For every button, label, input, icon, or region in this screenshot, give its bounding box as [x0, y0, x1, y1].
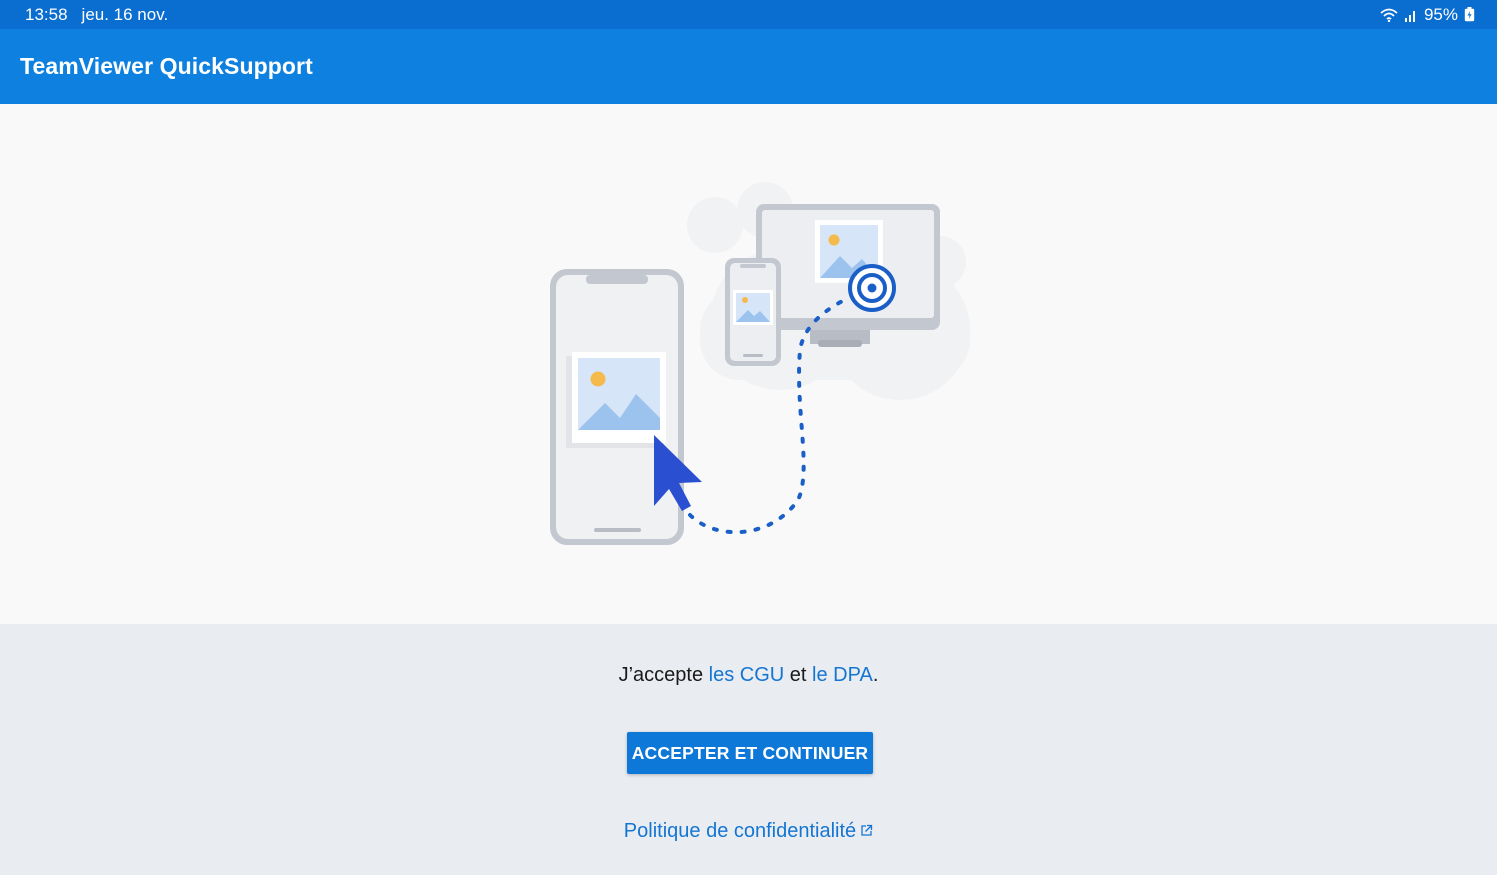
battery-icon	[1464, 7, 1475, 22]
monitor-icon	[756, 204, 940, 347]
hero-section	[0, 104, 1497, 624]
status-date: jeu. 16 nov.	[81, 4, 169, 24]
status-left: 13:58 jeu. 16 nov.	[25, 5, 168, 25]
privacy-policy-link[interactable]: Politique de confidentialité	[0, 820, 1497, 843]
phone-icon	[550, 269, 684, 545]
dpa-link[interactable]: le DPA	[812, 664, 873, 686]
app-title: TeamViewer QuickSupport	[20, 53, 313, 79]
wifi-icon	[1380, 8, 1398, 22]
small-phone-icon	[725, 258, 781, 366]
external-link-icon	[860, 820, 873, 843]
terms-text: J’accepte les CGU et le DPA.	[0, 664, 1497, 687]
status-time: 13:58	[25, 4, 68, 24]
remote-support-illustration	[550, 182, 970, 545]
status-right: 95%	[1380, 5, 1475, 25]
terms-prefix: J’accepte	[618, 664, 709, 686]
terms-suffix: .	[872, 664, 879, 686]
consent-section: J’accepte les CGU et le DPA. ACCEPTER ET…	[0, 624, 1497, 875]
privacy-policy-label: Politique de confidentialité	[623, 820, 857, 842]
cgu-link[interactable]: les CGU	[709, 664, 785, 686]
battery-percent: 95%	[1423, 4, 1458, 24]
status-bar: 13:58 jeu. 16 nov. 95%	[0, 0, 1497, 29]
terms-middle: et	[784, 664, 813, 686]
target-icon	[848, 264, 896, 312]
signal-icon	[1404, 8, 1418, 22]
app-bar: TeamViewer QuickSupport	[0, 29, 1497, 104]
accept-continue-button[interactable]: ACCEPTER ET CONTINUER	[627, 732, 873, 774]
